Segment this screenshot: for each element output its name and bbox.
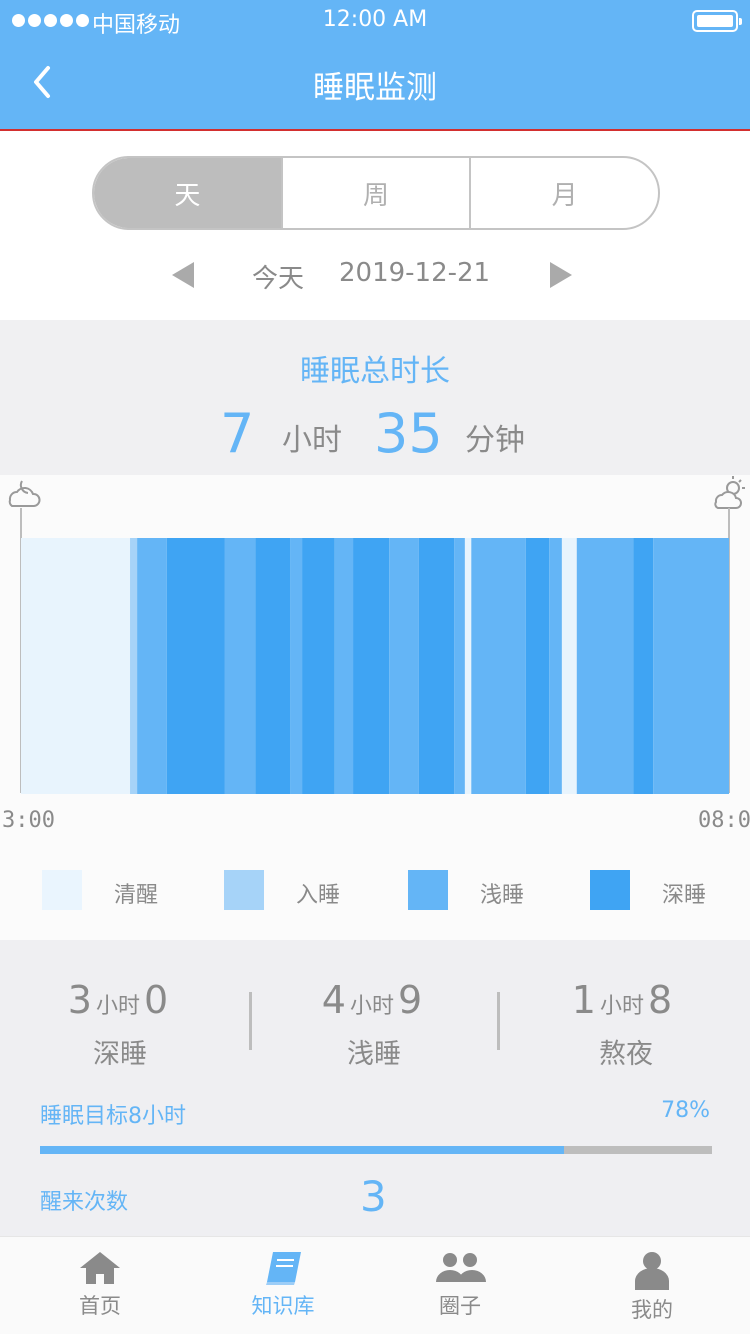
total-hours: 7 bbox=[220, 402, 255, 465]
sleep-segment-light bbox=[549, 538, 562, 794]
tabbar-item-knowledge[interactable]: 知识库 bbox=[223, 1250, 343, 1320]
sleep-goal-progress-bar bbox=[40, 1146, 712, 1154]
period-segmented-control: 天 周 月 bbox=[92, 156, 660, 230]
sleep-segment-awake bbox=[561, 538, 577, 794]
minutes-unit: 分钟 bbox=[465, 423, 525, 458]
legend-swatch-awake bbox=[42, 870, 82, 910]
wake-count-value: 3 bbox=[360, 1172, 387, 1221]
status-time: 12:00 AM bbox=[322, 7, 428, 32]
tabbar-item-home[interactable]: 首页 bbox=[40, 1250, 160, 1320]
moon-cloud-icon bbox=[8, 480, 41, 507]
sleep-segment-awake bbox=[21, 538, 131, 794]
stat-deep-duration: 3 小时 0 bbox=[67, 978, 169, 1022]
sleep-segment-deep bbox=[418, 538, 455, 794]
sleep-segment-light bbox=[224, 538, 256, 794]
sleep-goal-label: 睡眠目标8小时 bbox=[40, 1104, 186, 1129]
previous-day-arrow-icon[interactable] bbox=[172, 262, 194, 288]
stat-late-night-label: 熬夜 bbox=[599, 1039, 653, 1070]
tab-month[interactable]: 月 bbox=[469, 158, 658, 228]
sleep-segment-awake bbox=[464, 538, 472, 794]
hours-unit: 小时 bbox=[282, 423, 342, 458]
total-sleep-label: 睡眠总时长 bbox=[300, 354, 450, 389]
date-value: 2019-12-21 bbox=[339, 258, 491, 288]
sleep-segment-deep bbox=[633, 538, 654, 794]
sleep-segment-light bbox=[653, 538, 729, 794]
book-icon bbox=[266, 1252, 301, 1285]
sleep-segment-deep bbox=[353, 538, 390, 794]
person-icon bbox=[635, 1252, 669, 1290]
x-axis-end-label: 08:00 bbox=[698, 808, 750, 833]
sleep-goal-percent: 78% bbox=[661, 1098, 710, 1123]
home-icon bbox=[80, 1252, 120, 1284]
legend-label-light: 浅睡 bbox=[480, 883, 525, 908]
legend-swatch-deep bbox=[590, 870, 630, 910]
tabbar-label-circle: 圈子 bbox=[439, 1294, 481, 1318]
sleep-segment-falling-asleep bbox=[130, 538, 138, 794]
sleep-segment-deep bbox=[166, 538, 225, 794]
sleep-segment-light bbox=[137, 538, 167, 794]
sleep-segment-light bbox=[290, 538, 303, 794]
next-day-arrow-icon[interactable] bbox=[550, 262, 572, 288]
stat-divider bbox=[497, 992, 500, 1050]
battery-icon bbox=[692, 10, 742, 32]
sleep-stage-chart bbox=[8, 476, 745, 794]
x-axis-start-label: 3:00 bbox=[2, 808, 55, 833]
tab-week[interactable]: 周 bbox=[280, 158, 470, 228]
stat-light-label: 浅睡 bbox=[347, 1039, 401, 1070]
tabbar-label-profile: 我的 bbox=[631, 1298, 673, 1322]
nav-bar-divider bbox=[0, 129, 750, 131]
tab-day[interactable]: 天 bbox=[94, 158, 281, 228]
tabbar-label-home: 首页 bbox=[79, 1294, 121, 1318]
group-icon bbox=[436, 1253, 486, 1282]
sleep-segment-light bbox=[334, 538, 354, 794]
page-title: 睡眠监测 bbox=[313, 70, 437, 106]
stat-late-night-duration: 1 小时 8 bbox=[571, 978, 673, 1022]
stat-deep-label: 深睡 bbox=[93, 1039, 147, 1070]
sun-cloud-icon bbox=[714, 476, 745, 509]
tabbar-label-knowledge: 知识库 bbox=[251, 1294, 315, 1318]
sleep-segment-light bbox=[576, 538, 634, 794]
sleep-segment-light bbox=[389, 538, 419, 794]
date-relative-label: 今天 bbox=[252, 264, 305, 294]
legend-label-deep: 深睡 bbox=[662, 883, 707, 908]
sleep-segment-deep bbox=[525, 538, 550, 794]
sleep-segment-light bbox=[454, 538, 465, 794]
stat-divider bbox=[249, 992, 252, 1050]
sleep-segment-deep bbox=[302, 538, 335, 794]
sleep-segment-deep bbox=[255, 538, 291, 794]
legend-label-falling-asleep: 入睡 bbox=[296, 883, 341, 908]
legend-label-awake: 清醒 bbox=[114, 883, 159, 908]
wake-count-label: 醒来次数 bbox=[40, 1190, 129, 1215]
tabbar-item-profile[interactable]: 我的 bbox=[592, 1250, 712, 1324]
total-minutes: 35 bbox=[374, 402, 443, 465]
legend-swatch-light bbox=[408, 870, 448, 910]
sleep-segment-light bbox=[471, 538, 526, 794]
sleep-goal-progress-fill bbox=[40, 1146, 565, 1154]
tabbar-item-circle[interactable]: 圈子 bbox=[400, 1250, 520, 1320]
stat-light-duration: 4 小时 9 bbox=[321, 978, 423, 1022]
legend-swatch-falling-asleep bbox=[224, 870, 264, 910]
